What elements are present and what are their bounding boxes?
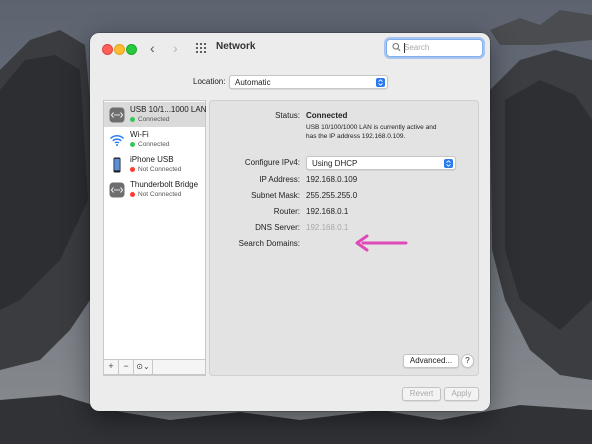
wifi-icon: [109, 134, 125, 146]
location-label: Location:: [193, 77, 226, 86]
service-name: USB 10/1...1000 LAN: [130, 105, 207, 114]
dns-server-label: DNS Server:: [255, 223, 300, 232]
service-item-thunderbolt-bridge[interactable]: Thunderbolt Bridge Not Connected: [104, 177, 205, 202]
service-list: USB 10/1...1000 LAN Connected Wi-Fi Conn…: [103, 100, 207, 376]
service-list-controls: + − ⊙⌄: [103, 359, 206, 375]
service-status: Connected: [130, 141, 169, 148]
service-status-text: Not Connected: [138, 191, 182, 198]
configure-ipv4-popup[interactable]: Using DHCP: [306, 156, 456, 170]
service-name: Thunderbolt Bridge: [130, 180, 199, 189]
apply-button[interactable]: Apply: [444, 387, 479, 401]
subnet-mask-label: Subnet Mask:: [251, 191, 300, 200]
service-item-wifi[interactable]: Wi-Fi Connected: [104, 127, 205, 152]
minimize-window-button[interactable]: [114, 44, 125, 55]
remove-service-button[interactable]: −: [119, 360, 134, 374]
status-dot-red: [130, 166, 135, 172]
status-label: Status:: [275, 111, 300, 120]
service-details-panel: Status: Connected USB 10/100/1000 LAN is…: [209, 100, 479, 376]
status-description-line1: USB 10/100/1000 LAN is currently active …: [306, 124, 437, 131]
service-status-text: Connected: [138, 116, 170, 123]
status-dot-red: [130, 191, 135, 197]
service-status-text: Not Connected: [138, 166, 182, 173]
ip-address-value: 192.168.0.109: [306, 175, 358, 184]
help-button[interactable]: ?: [461, 354, 474, 368]
status-description-line2: has the IP address 192.168.0.109.: [306, 133, 406, 140]
iphone-icon: [113, 157, 121, 173]
search-domains-label: Search Domains:: [238, 239, 300, 248]
zoom-window-button[interactable]: [126, 44, 137, 55]
add-service-button[interactable]: +: [104, 360, 119, 374]
popup-arrows-icon: [376, 77, 385, 87]
service-name: iPhone USB: [130, 155, 174, 164]
subnet-mask-value: 255.255.255.0: [306, 191, 358, 200]
service-status: Not Connected: [130, 166, 181, 173]
location-value: Automatic: [235, 78, 271, 87]
close-window-button[interactable]: [102, 44, 113, 55]
location-popup[interactable]: Automatic: [229, 75, 388, 89]
status-dot-green: [130, 141, 135, 147]
show-all-grid-icon[interactable]: [196, 43, 207, 54]
network-preferences-window: ‹ › Network Location: Automatic: [90, 33, 490, 411]
search-icon: [392, 42, 401, 52]
service-item-usb-lan[interactable]: USB 10/1...1000 LAN Connected: [104, 102, 207, 127]
service-status: Not Connected: [130, 191, 181, 198]
search-field[interactable]: [386, 39, 483, 57]
search-input[interactable]: [404, 41, 478, 54]
title-bar: ‹ › Network: [90, 33, 490, 63]
annotation-arrow-icon: [355, 234, 408, 252]
router-value: 192.168.0.1: [306, 207, 349, 216]
configure-ipv4-value: Using DHCP: [312, 159, 358, 168]
popup-arrows-icon: [444, 158, 453, 168]
back-button[interactable]: ‹: [150, 40, 155, 56]
status-dot-green: [130, 116, 135, 122]
configure-ipv4-label: Configure IPv4:: [244, 158, 300, 167]
service-name: Wi-Fi: [130, 130, 149, 139]
advanced-button[interactable]: Advanced...: [403, 354, 459, 368]
text-cursor: [404, 43, 405, 53]
forward-button[interactable]: ›: [173, 40, 178, 56]
dns-server-value: 192.168.0.1: [306, 223, 349, 232]
revert-button[interactable]: Revert: [402, 387, 441, 401]
ethernet-icon: [109, 107, 125, 123]
ip-address-label: IP Address:: [259, 175, 300, 184]
service-item-iphone-usb[interactable]: iPhone USB Not Connected: [104, 152, 205, 177]
window-title: Network: [216, 41, 256, 52]
status-value: Connected: [306, 111, 348, 120]
ethernet-icon: [109, 182, 125, 198]
action-menu-button[interactable]: ⊙⌄: [134, 360, 153, 374]
service-status: Connected: [130, 116, 169, 123]
router-label: Router:: [273, 207, 300, 216]
service-status-text: Connected: [138, 141, 170, 148]
